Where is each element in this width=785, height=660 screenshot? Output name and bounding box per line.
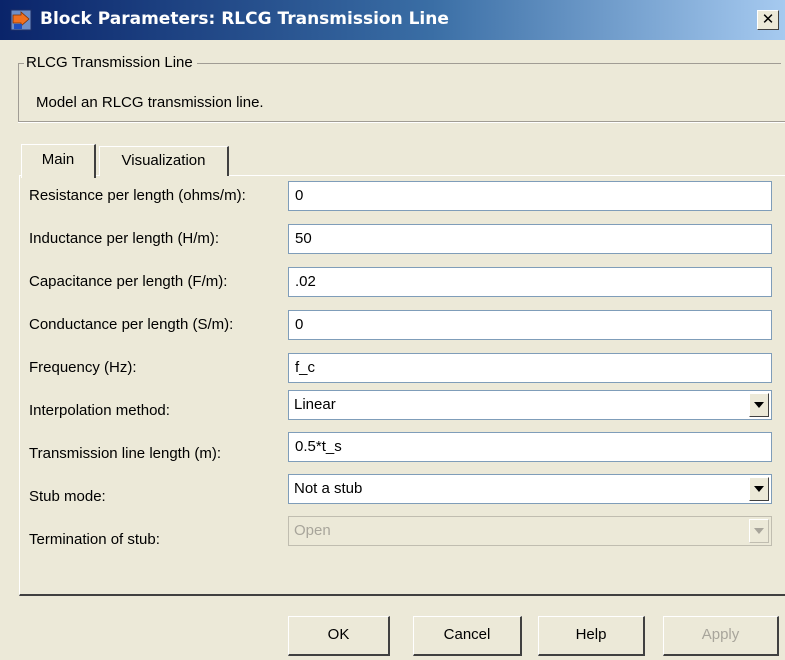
termination-of-stub-label: Termination of stub: bbox=[29, 531, 160, 548]
block-description: Model an RLCG transmission line. bbox=[36, 94, 264, 111]
interpolation-method-value: Linear bbox=[294, 396, 336, 413]
line-length-input[interactable]: 0.5*t_s bbox=[288, 432, 772, 462]
tab-main[interactable]: Main bbox=[21, 144, 96, 178]
interpolation-method-label: Interpolation method: bbox=[29, 402, 170, 419]
termination-of-stub-select: Open bbox=[288, 516, 772, 546]
window-title: Block Parameters: RLCG Transmission Line bbox=[40, 9, 449, 29]
termination-dropdown-button bbox=[749, 519, 769, 543]
groupbox-legend: RLCG Transmission Line bbox=[24, 53, 197, 73]
cancel-button[interactable]: Cancel bbox=[413, 616, 522, 656]
close-button[interactable]: ✕ bbox=[757, 10, 779, 30]
conductance-label: Conductance per length (S/m): bbox=[29, 316, 234, 333]
block-parameters-dialog: Block Parameters: RLCG Transmission Line… bbox=[0, 0, 785, 660]
simulink-block-icon bbox=[10, 9, 32, 31]
capacitance-input[interactable]: .02 bbox=[288, 267, 772, 297]
stub-mode-value: Not a stub bbox=[294, 480, 363, 497]
interpolation-method-select[interactable]: Linear bbox=[288, 390, 772, 420]
title-bar[interactable]: Block Parameters: RLCG Transmission Line… bbox=[0, 0, 785, 40]
tab-visualization[interactable]: Visualization bbox=[99, 146, 229, 176]
tab-visualization-label: Visualization bbox=[121, 152, 206, 169]
frequency-input[interactable]: f_c bbox=[288, 353, 772, 383]
ok-button[interactable]: OK bbox=[288, 616, 390, 656]
line-length-label: Transmission line length (m): bbox=[29, 445, 222, 462]
chevron-down-icon bbox=[754, 528, 764, 534]
interpolation-dropdown-button[interactable] bbox=[749, 393, 769, 417]
inductance-label: Inductance per length (H/m): bbox=[29, 230, 220, 247]
stub-mode-select[interactable]: Not a stub bbox=[288, 474, 772, 504]
stub-mode-label: Stub mode: bbox=[29, 488, 106, 505]
capacitance-label: Capacitance per length (F/m): bbox=[29, 273, 228, 290]
close-icon: ✕ bbox=[761, 11, 775, 28]
resistance-label: Resistance per length (ohms/m): bbox=[29, 187, 246, 204]
help-button[interactable]: Help bbox=[538, 616, 645, 656]
tab-main-label: Main bbox=[41, 151, 75, 168]
chevron-down-icon bbox=[754, 486, 764, 492]
conductance-input[interactable]: 0 bbox=[288, 310, 772, 340]
frequency-label: Frequency (Hz): bbox=[29, 359, 137, 376]
termination-of-stub-value: Open bbox=[294, 522, 331, 539]
apply-button: Apply bbox=[663, 616, 779, 656]
chevron-down-icon bbox=[754, 402, 764, 408]
inductance-input[interactable]: 50 bbox=[288, 224, 772, 254]
resistance-input[interactable]: 0 bbox=[288, 181, 772, 211]
stub-mode-dropdown-button[interactable] bbox=[749, 477, 769, 501]
groupbox-divider bbox=[18, 121, 785, 123]
